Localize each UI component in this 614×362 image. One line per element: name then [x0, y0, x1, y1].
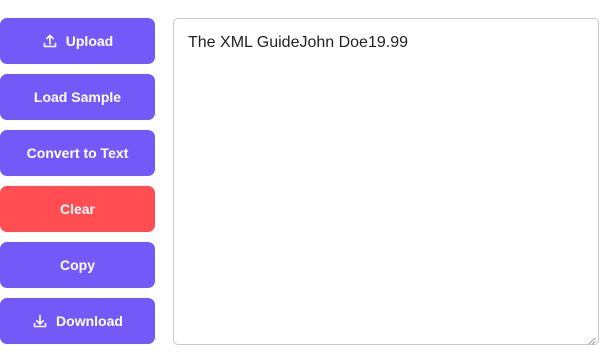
clear-button[interactable]: Clear	[0, 186, 155, 232]
action-button-column: Upload Load Sample Convert to Text Clear…	[0, 18, 155, 354]
upload-button[interactable]: Upload	[0, 18, 155, 64]
output-text-area[interactable]: The XML GuideJohn Doe19.99	[173, 18, 599, 345]
load-sample-button[interactable]: Load Sample	[0, 74, 155, 120]
download-icon	[32, 313, 48, 329]
convert-to-text-button-label: Convert to Text	[26, 145, 129, 161]
clear-button-label: Clear	[59, 201, 96, 217]
load-sample-button-label: Load Sample	[33, 89, 122, 105]
download-button[interactable]: Download	[0, 298, 155, 344]
output-text: The XML GuideJohn Doe19.99	[188, 34, 408, 51]
xml-to-text-converter: Upload Load Sample Convert to Text Clear…	[0, 0, 614, 362]
upload-icon	[42, 33, 58, 49]
copy-button-label: Copy	[60, 257, 95, 273]
upload-button-label: Upload	[65, 33, 114, 49]
convert-to-text-button[interactable]: Convert to Text	[0, 130, 155, 176]
download-button-label: Download	[56, 313, 123, 329]
copy-button[interactable]: Copy	[0, 242, 155, 288]
resize-handle-icon[interactable]	[586, 332, 596, 345]
